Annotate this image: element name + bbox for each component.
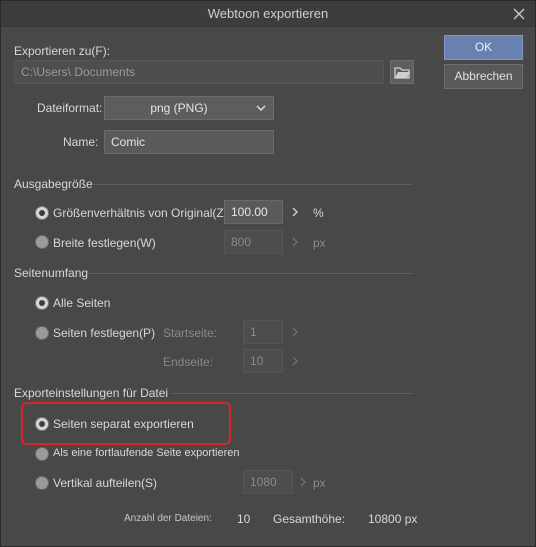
file-format-select[interactable]: png (PNG) [104, 96, 274, 120]
specify-pages-radio[interactable] [35, 326, 49, 340]
file-count-label: Anzahl der Dateien: [124, 513, 212, 524]
specify-pages-label: Seiten festlegen(P) [53, 326, 156, 340]
ok-button[interactable]: OK [444, 35, 523, 60]
name-input[interactable]: Comic [104, 130, 274, 154]
continuous-page-radio[interactable] [35, 447, 49, 461]
file-settings-divider [171, 393, 413, 394]
all-pages-label: Alle Seiten [53, 296, 111, 310]
ratio-unit: % [313, 206, 324, 220]
window-title: Webtoon exportieren [207, 6, 329, 21]
export-to-label: Exportieren zu(F): [14, 44, 111, 58]
continuous-page-label: Als eine fortlaufende Seite exportieren [53, 447, 240, 459]
file-format-label: Dateiformat: [37, 101, 103, 115]
width-unit: px [313, 236, 326, 250]
chevron-down-icon [256, 105, 266, 112]
end-page-input[interactable]: 10 [243, 349, 283, 373]
page-range-heading: Seitenumfang [14, 266, 89, 280]
total-height-value: 10800 px [368, 512, 418, 526]
split-unit: px [313, 476, 326, 490]
width-label: Breite festlegen(W) [53, 236, 156, 250]
start-page-input[interactable]: 1 [243, 320, 283, 344]
title-bar: Webtoon exportieren [1, 1, 535, 27]
export-dialog: Webtoon exportieren Exportieren zu(F): C… [0, 0, 536, 547]
width-input[interactable]: 800 [224, 230, 283, 254]
split-vertical-label: Vertikal aufteilen(S) [53, 476, 158, 490]
chevron-right-icon[interactable] [298, 476, 308, 488]
file-settings-heading: Exporteinstellungen für Datei [14, 386, 169, 400]
close-icon[interactable] [509, 4, 529, 24]
chevron-right-icon[interactable] [290, 355, 300, 367]
split-vertical-radio[interactable] [35, 476, 49, 490]
file-format-value: png (PNG) [150, 101, 208, 115]
split-height-input[interactable]: 1080 [243, 470, 293, 494]
end-page-label: Endseite: [163, 355, 214, 369]
ratio-input[interactable]: 100.00 [224, 200, 283, 224]
ratio-label: Größenverhältnis von Original(Z) [53, 206, 228, 220]
browse-folder-button[interactable] [390, 60, 414, 84]
export-path-field[interactable]: C:\Users\ Documents [14, 60, 384, 84]
output-size-divider [93, 184, 413, 185]
output-size-heading: Ausgabegröße [14, 177, 93, 191]
highlight-frame [21, 402, 231, 445]
page-range-divider [87, 273, 413, 274]
chevron-right-icon[interactable] [290, 326, 300, 338]
cancel-button[interactable]: Abbrechen [444, 64, 523, 89]
start-page-label: Startseite: [163, 326, 218, 340]
total-height-label: Gesamthöhe: [273, 512, 346, 526]
width-radio[interactable] [35, 235, 49, 249]
file-count-value: 10 [237, 512, 251, 526]
ratio-radio[interactable] [35, 206, 49, 220]
all-pages-radio[interactable] [35, 296, 49, 310]
chevron-right-icon[interactable] [290, 236, 300, 248]
folder-open-icon [394, 67, 410, 79]
name-label: Name: [63, 135, 99, 149]
chevron-right-icon[interactable] [290, 206, 300, 218]
